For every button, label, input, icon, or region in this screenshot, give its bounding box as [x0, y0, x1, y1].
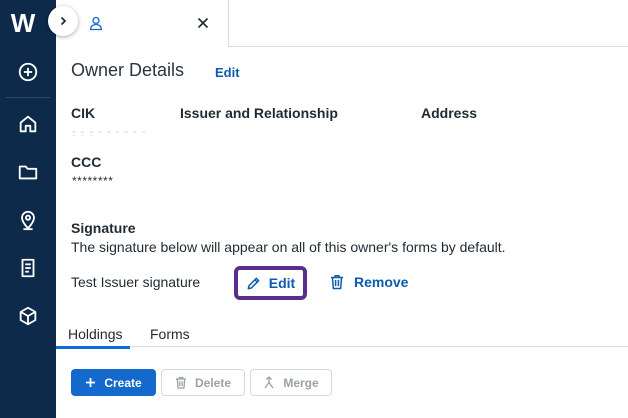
document-list-icon[interactable] — [0, 248, 56, 288]
ccc-label: CCC — [71, 154, 102, 170]
left-navigation-rail: W — [0, 0, 56, 418]
edit-signature-label: Edit — [268, 275, 296, 291]
plus-icon — [86, 378, 96, 387]
owner-details-panel: Owner Details Edit CIK Issuer and Relati… — [55, 48, 628, 418]
sub-tab-bar: Holdings Forms — [55, 324, 628, 349]
pencil-icon — [247, 277, 260, 289]
cube-icon[interactable] — [0, 296, 56, 336]
signature-description: The signature below will appear on all o… — [71, 239, 506, 255]
delete-label: Delete — [194, 375, 232, 390]
chevron-right-icon — [60, 16, 67, 26]
close-icon[interactable] — [196, 16, 210, 30]
add-circle-icon[interactable] — [0, 52, 56, 92]
edit-owner-link[interactable]: Edit — [215, 65, 240, 80]
trash-icon — [331, 275, 343, 290]
create-label: Create — [104, 375, 142, 390]
folder-icon[interactable] — [0, 152, 56, 192]
column-header-issuer-relationship: Issuer and Relationship — [180, 105, 338, 121]
user-icon — [89, 16, 103, 31]
tab-holdings[interactable]: Holdings — [55, 326, 132, 349]
trash-icon — [175, 376, 186, 389]
column-header-address: Address — [421, 105, 478, 121]
edit-signature-button[interactable]: Edit — [234, 266, 307, 300]
rail-divider — [6, 97, 50, 98]
page-title: Owner Details — [71, 60, 185, 80]
ccc-value: ******** — [72, 174, 114, 188]
tab-bar — [56, 0, 628, 47]
signature-name: Test Issuer signature — [71, 274, 201, 290]
remove-signature-button[interactable]: Remove — [330, 274, 408, 290]
merge-button[interactable]: Merge — [250, 369, 332, 396]
column-header-cik: CIK — [71, 105, 96, 121]
delete-button[interactable]: Delete — [161, 369, 245, 396]
tab-forms[interactable]: Forms — [150, 326, 190, 342]
expand-sidebar-button[interactable] — [48, 6, 78, 36]
clipped-row-divider: - - - - - - - - - - - - — [72, 130, 147, 136]
merge-icon — [264, 376, 274, 389]
signature-label: Signature — [71, 220, 136, 236]
home-icon[interactable] — [0, 104, 56, 144]
create-button[interactable]: Create — [71, 369, 156, 396]
owner-tab[interactable] — [56, 0, 229, 47]
merge-label: Merge — [283, 375, 319, 390]
remove-signature-label: Remove — [354, 274, 409, 290]
location-pin-icon[interactable] — [0, 200, 56, 240]
